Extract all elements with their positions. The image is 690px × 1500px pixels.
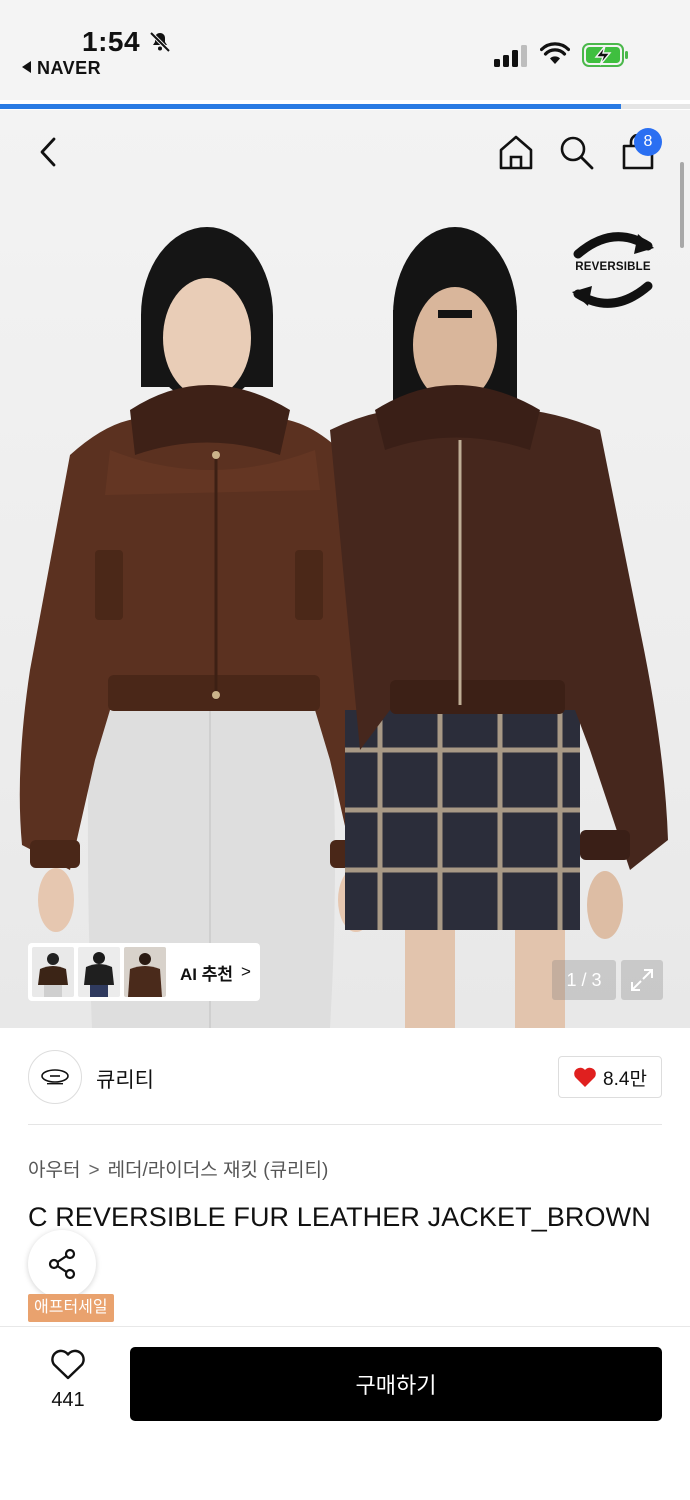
breadcrumb-separator: >: [88, 1160, 100, 1181]
ai-recommend-chip[interactable]: AI 추천 >: [28, 943, 260, 1001]
wifi-icon: [540, 42, 570, 64]
brand-like-button[interactable]: 8.4만: [558, 1056, 662, 1098]
bottom-action-bar: 441 구매하기: [0, 1326, 690, 1500]
heart-outline-icon: [51, 1349, 85, 1380]
reversible-label: REVERSIBLE: [575, 261, 651, 273]
product-top-nav: [0, 130, 690, 174]
breadcrumb-level2[interactable]: 레더/라이더스 재킷 (큐리티): [108, 1160, 329, 1181]
expand-image-button[interactable]: [621, 960, 663, 1000]
home-icon: [499, 135, 533, 170]
sale-badge: 애프터세일: [28, 1294, 114, 1322]
brand-like-count: 8.4만: [603, 1068, 647, 1090]
status-time: 1:54: [82, 26, 141, 57]
share-button[interactable]: [28, 1230, 96, 1298]
battery-charging-icon: [582, 43, 628, 67]
ai-thumbnail-1: [32, 947, 74, 997]
expand-icon: [631, 969, 653, 991]
home-button[interactable]: [494, 130, 538, 174]
status-bar: 1:54 NAVER: [0, 0, 690, 100]
ai-thumbnail-3: [124, 947, 166, 997]
left-model-figure: [19, 227, 402, 1028]
breadcrumb: 아우터 > 레더/라이더스 재킷 (큐리티): [28, 1155, 328, 1182]
ai-recommend-label: AI 추천: [180, 964, 234, 984]
brand-logo[interactable]: [28, 1050, 82, 1104]
page-load-progress: [0, 104, 690, 109]
right-model-figure: [330, 227, 668, 1028]
wishlist-button[interactable]: 441: [40, 1349, 96, 1419]
search-icon: [560, 136, 594, 170]
chevron-right-icon: >: [241, 962, 251, 981]
back-triangle-icon: [22, 61, 31, 73]
cellular-signal-icon: [494, 45, 527, 67]
buy-button[interactable]: 구매하기: [130, 1347, 662, 1421]
search-button[interactable]: [554, 130, 598, 174]
brand-name[interactable]: 큐리티: [96, 1064, 154, 1094]
ai-thumbnail-2: [78, 947, 120, 997]
back-app-label: NAVER: [37, 58, 102, 78]
product-image-carousel[interactable]: REVERSIBLE AI 추천 > 1 / 3: [0, 110, 690, 1028]
image-counter: 1 / 3: [552, 960, 616, 1000]
brand-row: 큐리티 8.4만: [28, 1050, 662, 1104]
reversible-logo: REVERSIBLE: [568, 224, 658, 316]
page-load-progress-fill: [0, 104, 621, 109]
scrollbar[interactable]: [680, 162, 684, 248]
back-to-app-link[interactable]: NAVER: [22, 58, 101, 79]
wishlist-count: 441: [51, 1389, 85, 1411]
bell-muted-icon: [149, 31, 171, 53]
section-divider: [28, 1124, 662, 1125]
brand-logo-mark: [41, 1069, 69, 1085]
cart-count-badge: 8: [634, 128, 662, 156]
back-arrow-icon: [40, 137, 56, 167]
back-button[interactable]: [26, 130, 70, 174]
breadcrumb-level1[interactable]: 아우터: [28, 1160, 80, 1181]
share-icon: [48, 1248, 76, 1280]
heart-filled-icon: [574, 1067, 596, 1087]
product-title: C REVERSIBLE FUR LEATHER JACKET_BROWN: [28, 1202, 651, 1232]
